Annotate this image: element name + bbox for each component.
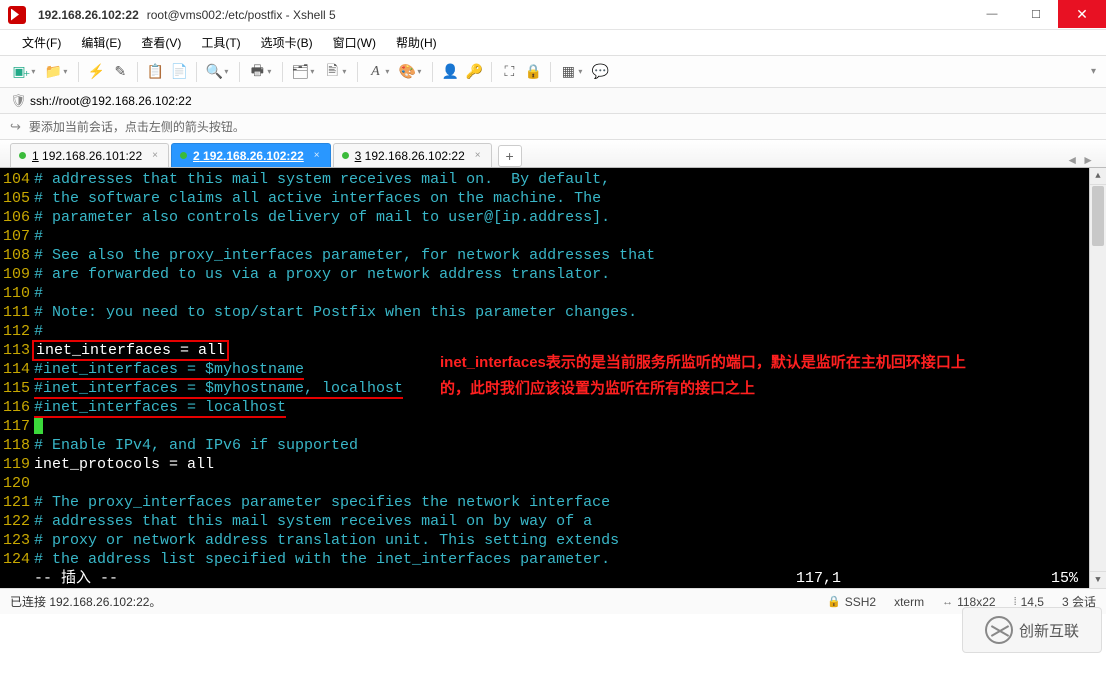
tab-prev-icon[interactable]: ◄ bbox=[1066, 153, 1078, 167]
terminal-line: 119inet_protocols = all bbox=[0, 455, 1106, 474]
terminal-line: 123# proxy or network address translatio… bbox=[0, 531, 1106, 550]
terminal-scrollbar[interactable]: ▲ ▼ bbox=[1089, 168, 1106, 588]
status-dot-icon bbox=[180, 152, 187, 159]
terminal-line: 107# bbox=[0, 227, 1106, 246]
scroll-up-icon[interactable]: ▲ bbox=[1090, 168, 1106, 185]
terminal-line: 105# the software claims all active inte… bbox=[0, 189, 1106, 208]
menu-help[interactable]: 帮助(H) bbox=[388, 32, 445, 53]
status-dot-icon bbox=[19, 152, 26, 159]
watermark-logo: 创新互联 bbox=[962, 607, 1102, 653]
keys-icon[interactable]: 🔑 bbox=[465, 63, 483, 81]
minimize-button[interactable]: — bbox=[970, 0, 1014, 28]
menu-edit[interactable]: 编辑(E) bbox=[73, 32, 129, 53]
menu-window[interactable]: 窗口(W) bbox=[325, 32, 384, 53]
transfer-icon[interactable]: 🗂 bbox=[291, 63, 309, 81]
session-tab-1[interactable]: 1 192.168.26.101:22 × bbox=[10, 143, 169, 167]
window-title: 192.168.26.102:22root@vms002:/etc/postfi… bbox=[38, 8, 970, 22]
reconnect-icon[interactable]: ⚡ bbox=[87, 63, 105, 81]
tab-scroll: ◄ ► bbox=[1066, 153, 1106, 167]
close-button[interactable]: ✕ bbox=[1058, 0, 1106, 28]
tab-close-icon[interactable]: × bbox=[475, 150, 481, 161]
lock-icon[interactable]: 🔒 bbox=[524, 63, 542, 81]
status-connection: 已连接 192.168.26.102:22。 bbox=[10, 593, 809, 610]
status-protocol: 🔒SSH2 bbox=[827, 595, 876, 609]
status-bar: 已连接 192.168.26.102:22。 🔒SSH2 xterm ↔118x… bbox=[0, 588, 1106, 614]
tip-arrow-icon[interactable]: ↪ bbox=[10, 119, 21, 135]
terminal-line: 118# Enable IPv4, and IPv6 if supported bbox=[0, 436, 1106, 455]
tab-add-button[interactable]: + bbox=[498, 145, 522, 167]
terminal-line: 124# the address list specified with the… bbox=[0, 550, 1106, 569]
layout-icon[interactable]: ▦ bbox=[559, 63, 577, 81]
menu-view[interactable]: 查看(V) bbox=[133, 32, 189, 53]
lock-small-icon: 🔒 bbox=[827, 595, 841, 608]
annotation-callout: inet_interfaces表示的是当前服务所监听的端口，默认是监听在主机回环… bbox=[440, 350, 1080, 402]
terminal-line: 120 bbox=[0, 474, 1106, 493]
maximize-button[interactable]: ☐ bbox=[1014, 0, 1058, 28]
app-logo-icon bbox=[8, 6, 26, 24]
terminal-line: 121# The proxy_interfaces parameter spec… bbox=[0, 493, 1106, 512]
terminal-line: 112# bbox=[0, 322, 1106, 341]
tip-bar: ↪ 要添加当前会话，点击左侧的箭头按钮。 bbox=[0, 114, 1106, 140]
menu-file[interactable]: 文件(F) bbox=[14, 32, 69, 53]
script-icon[interactable]: 🖹 bbox=[323, 63, 341, 81]
menu-bar: 文件(F) 编辑(E) 查看(V) 工具(T) 选项卡(B) 窗口(W) 帮助(… bbox=[0, 30, 1106, 56]
scrollbar-thumb[interactable] bbox=[1092, 186, 1104, 246]
title-bar: 192.168.26.102:22root@vms002:/etc/postfi… bbox=[0, 0, 1106, 30]
find-icon[interactable]: 🔍 bbox=[205, 63, 223, 81]
open-icon[interactable]: 📁 bbox=[44, 63, 62, 81]
tab-bar: 1 192.168.26.101:22 × 2 192.168.26.102:2… bbox=[0, 140, 1106, 168]
address-text: ssh://root@192.168.26.102:22 bbox=[30, 94, 192, 108]
watermark-icon bbox=[985, 616, 1013, 644]
terminal-line: 104# addresses that this mail system rec… bbox=[0, 170, 1106, 189]
toolbar: ▣₊▾ 📁▾ ⚡ ✎ 📋 📄 🔍▾ 🖶▾ 🗂▾ 🖹▾ A▾ 🎨▾ 👤 🔑 ⛶ 🔒… bbox=[0, 56, 1106, 88]
terminal-line: 108# See also the proxy_interfaces param… bbox=[0, 246, 1106, 265]
fullscreen-icon[interactable]: ⛶ bbox=[500, 63, 518, 81]
disconnect-icon[interactable]: ✎ bbox=[111, 63, 129, 81]
menu-tabs[interactable]: 选项卡(B) bbox=[253, 32, 321, 53]
tab-close-icon[interactable]: × bbox=[314, 150, 320, 161]
scroll-down-icon[interactable]: ▼ bbox=[1090, 571, 1106, 588]
status-terminal-type: xterm bbox=[894, 595, 924, 609]
terminal-line: 106# parameter also controls delivery of… bbox=[0, 208, 1106, 227]
status-dot-icon bbox=[342, 152, 349, 159]
session-tab-3[interactable]: 3 192.168.26.102:22 × bbox=[333, 143, 492, 167]
watermark-text: 创新互联 bbox=[1019, 620, 1079, 641]
terminal-view[interactable]: inet_interfaces表示的是当前服务所监听的端口，默认是监听在主机回环… bbox=[0, 168, 1106, 588]
terminal-line: 122# addresses that this mail system rec… bbox=[0, 512, 1106, 531]
terminal-line: 117 bbox=[0, 417, 1106, 436]
session-tab-2[interactable]: 2 192.168.26.102:22 × bbox=[171, 143, 331, 167]
address-bar[interactable]: 🛡 ssh://root@192.168.26.102:22 bbox=[0, 88, 1106, 114]
tab-next-icon[interactable]: ► bbox=[1082, 153, 1094, 167]
terminal-line: 110# bbox=[0, 284, 1106, 303]
chat-icon[interactable]: 💬 bbox=[591, 63, 609, 81]
tab-close-icon[interactable]: × bbox=[152, 150, 158, 161]
window-controls: — ☐ ✕ bbox=[970, 0, 1106, 29]
terminal-line: 111# Note: you need to stop/start Postfi… bbox=[0, 303, 1106, 322]
terminal-line: 109# are forwarded to us via a proxy or … bbox=[0, 265, 1106, 284]
paste-icon[interactable]: 📄 bbox=[170, 63, 188, 81]
copy-icon[interactable]: 📋 bbox=[146, 63, 164, 81]
vi-status: -- 插入 --117,115% bbox=[0, 569, 1106, 588]
color-icon[interactable]: 🎨 bbox=[398, 63, 416, 81]
toolbar-overflow-icon[interactable]: ▾ bbox=[1091, 66, 1096, 77]
menu-tools[interactable]: 工具(T) bbox=[193, 32, 248, 53]
font-icon[interactable]: A bbox=[366, 63, 384, 81]
key-icon: 🛡 bbox=[10, 93, 24, 109]
tip-text: 要添加当前会话，点击左侧的箭头按钮。 bbox=[29, 118, 245, 135]
properties-icon[interactable]: 🖶 bbox=[248, 63, 266, 81]
users-icon[interactable]: 👤 bbox=[441, 63, 459, 81]
